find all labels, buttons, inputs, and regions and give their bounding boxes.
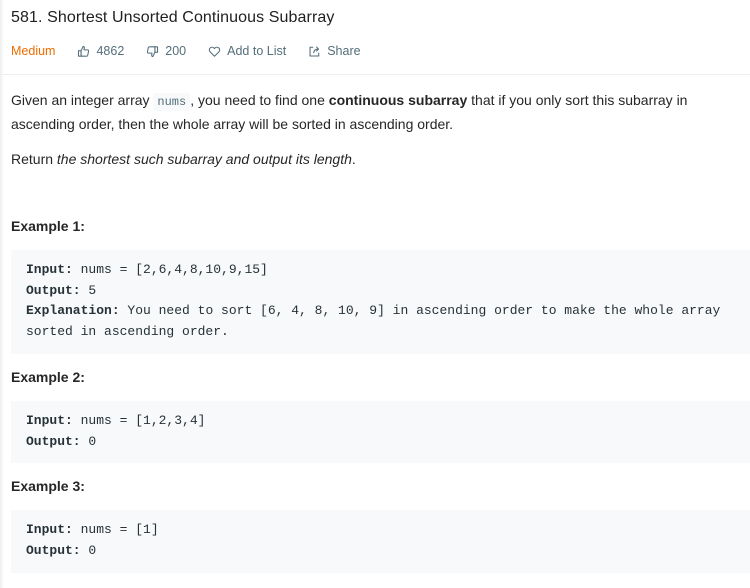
difficulty-label: Medium <box>11 44 56 58</box>
example-2-input: Input: nums = [1,2,3,4] <box>26 413 206 428</box>
example-3-block: Input: nums = [1] Output: 0 <box>11 510 750 573</box>
inline-code-nums: nums <box>153 93 191 111</box>
share-label: Share <box>327 44 361 58</box>
example-1-explanation: Explanation: You need to sort [6, 4, 8, … <box>26 303 729 339</box>
description-paragraph-2: Return the shortest such subarray and ou… <box>11 151 356 167</box>
dislike-count: 200 <box>165 44 187 58</box>
problem-page: 581. Shortest Unsorted Continuous Subarr… <box>0 0 750 588</box>
thumbs-down-icon <box>147 45 159 57</box>
example-2-block: Input: nums = [1,2,3,4] Output: 0 <box>11 401 750 463</box>
share-icon <box>309 46 320 56</box>
example-1-block: Input: nums = [2,6,4,8,10,9,15] Output: 5… <box>11 250 750 354</box>
like-button[interactable]: 4862 <box>77 44 124 58</box>
example-3-output: Output: 0 <box>26 542 97 558</box>
left-edge-shadow <box>0 0 4 588</box>
example-1-title: Example 1: <box>11 218 85 234</box>
emphasis-continuous-subarray: continuous subarray <box>328 92 468 108</box>
example-1-output: Output: 5 <box>26 282 97 298</box>
header-divider <box>0 74 750 75</box>
example-3-input: Input: nums = [1] <box>26 522 159 537</box>
description-paragraph-1: Given an integer array nums, you need to… <box>11 92 688 132</box>
heart-icon <box>208 46 221 57</box>
share-button[interactable]: Share <box>308 44 361 58</box>
problem-description: Given an integer array nums, you need to… <box>11 89 733 183</box>
problem-meta-bar: Medium 4862 200 Add to List Share <box>11 42 383 60</box>
dislike-button[interactable]: 200 <box>146 44 186 58</box>
example-2-output: Output: 0 <box>26 433 97 449</box>
example-1-input: Input: nums = [2,6,4,8,10,9,15] <box>26 262 268 277</box>
example-2-title: Example 2: <box>11 369 85 385</box>
emphasis-return-value: the shortest such subarray and output it… <box>56 151 352 167</box>
add-to-list-label: Add to List <box>227 44 287 58</box>
like-count: 4862 <box>96 44 125 58</box>
example-3-title: Example 3: <box>11 478 85 494</box>
thumbs-up-icon <box>78 45 90 57</box>
add-to-list-button[interactable]: Add to List <box>208 44 286 58</box>
problem-title: 581. Shortest Unsorted Continuous Subarr… <box>11 9 335 26</box>
